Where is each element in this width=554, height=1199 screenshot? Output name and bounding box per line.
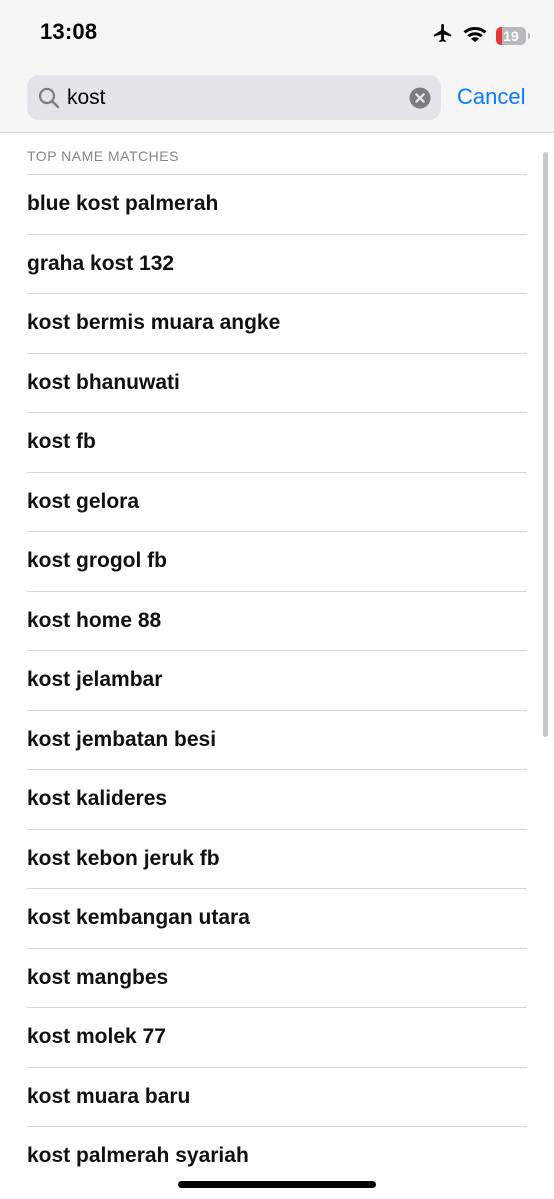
battery-icon: 19 <box>496 26 530 45</box>
airplane-icon <box>432 22 454 49</box>
result-label: kost jembatan besi <box>27 727 217 751</box>
status-time: 13:08 <box>40 19 98 44</box>
result-label: graha kost 132 <box>27 251 175 275</box>
result-label: kost jelambar <box>27 668 163 692</box>
clear-icon[interactable] <box>409 87 431 109</box>
result-label: kost muara baru <box>27 1084 191 1108</box>
search-icon <box>37 86 61 110</box>
result-item[interactable]: kost kembangan utara <box>27 888 527 948</box>
status-bar: 13:08 19 <box>0 0 554 64</box>
result-label: kost grogol fb <box>27 549 167 573</box>
result-label: kost molek 77 <box>27 1025 166 1049</box>
battery-level: 19 <box>503 27 519 44</box>
result-item[interactable]: kost jelambar <box>27 650 527 710</box>
top-bar: 13:08 19 kost Cancel <box>0 0 554 133</box>
result-label: blue kost palmerah <box>27 192 219 216</box>
wifi-icon <box>463 24 487 47</box>
result-item[interactable]: kost kalideres <box>27 769 527 829</box>
result-item[interactable]: kost mangbes <box>27 947 527 1008</box>
result-label: kost gelora <box>27 489 140 513</box>
result-label: kost home 88 <box>27 608 162 632</box>
home-indicator[interactable] <box>178 1181 376 1188</box>
section-header: TOP NAME MATCHES <box>27 148 179 164</box>
result-label: kost fb <box>27 430 96 454</box>
status-icons: 19 <box>432 22 530 49</box>
result-label: kost mangbes <box>27 965 169 989</box>
result-label: kost palmerah syariah <box>27 1144 249 1168</box>
result-item[interactable]: kost palmerah syariah <box>27 1126 527 1186</box>
search-field[interactable] <box>27 75 441 120</box>
scrollbar[interactable] <box>543 152 548 737</box>
result-label: kost kembangan utara <box>27 906 250 930</box>
result-item[interactable]: blue kost palmerah <box>27 174 527 234</box>
result-item[interactable]: kost gelora <box>27 471 527 532</box>
result-item[interactable]: kost molek 77 <box>27 1007 527 1067</box>
result-item[interactable]: kost bhanuwati <box>27 352 527 413</box>
search-input[interactable] <box>67 75 397 120</box>
result-label: kost bhanuwati <box>27 370 180 394</box>
result-label: kost kebon jeruk fb <box>27 846 220 870</box>
result-item[interactable]: kost muara baru <box>27 1066 527 1127</box>
result-label: kost kalideres <box>27 787 168 811</box>
cancel-button[interactable]: Cancel <box>457 84 525 110</box>
result-item[interactable]: kost kebon jeruk fb <box>27 828 527 889</box>
result-label: kost bermis muara angke <box>27 311 281 335</box>
result-item[interactable]: kost grogol fb <box>27 531 527 591</box>
result-item[interactable]: kost bermis muara angke <box>27 293 527 353</box>
result-item[interactable]: kost fb <box>27 412 527 472</box>
result-item[interactable]: kost jembatan besi <box>27 709 527 770</box>
result-item[interactable]: kost home 88 <box>27 590 527 651</box>
result-item[interactable]: graha kost 132 <box>27 233 527 294</box>
results-list: blue kost palmerah graha kost 132 kost b… <box>27 174 527 1186</box>
